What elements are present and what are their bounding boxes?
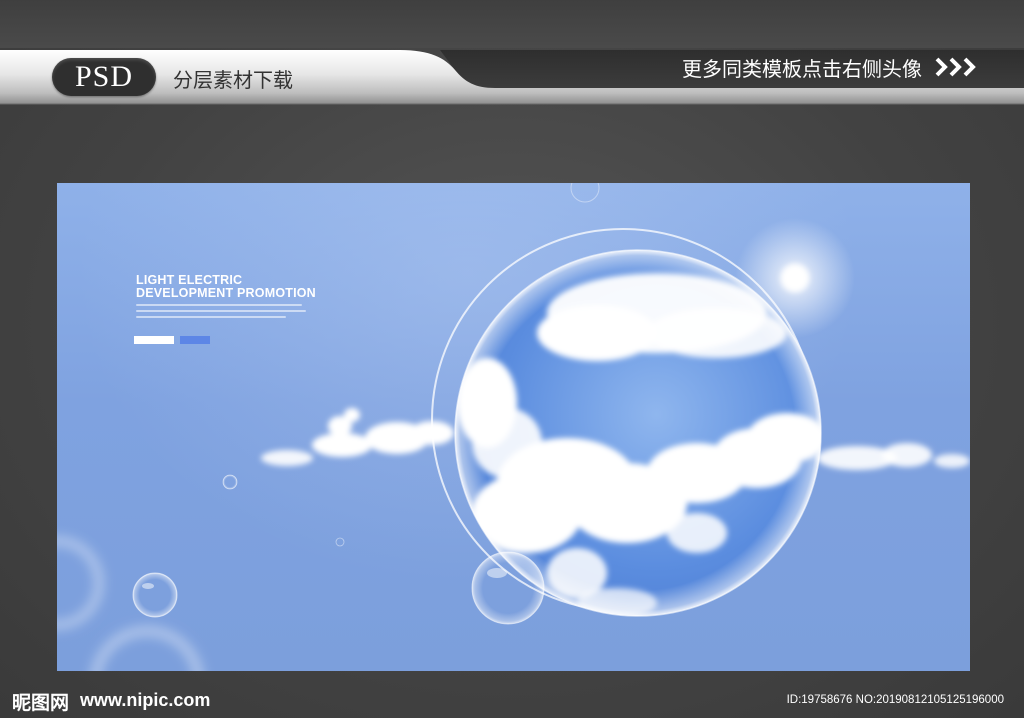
poster-secondary-button[interactable] — [180, 336, 210, 344]
psd-badge: PSD — [52, 58, 156, 96]
footer-id: ID:19758676 NO:20190812105125196000 — [786, 694, 1004, 706]
footer-logo: 昵图网 — [12, 692, 70, 714]
triple-chevron-right-icon[interactable] — [934, 57, 986, 77]
poster-body-text-placeholder — [136, 304, 306, 322]
body-text-line — [136, 316, 286, 318]
body-text-line — [136, 310, 306, 312]
body-text-line — [136, 304, 302, 306]
banner-subtitle: 分层素材下载 — [173, 68, 293, 92]
poster-primary-button[interactable] — [134, 336, 174, 344]
poster-headline: LIGHT ELECTRIC DEVELOPMENT PROMOTION — [136, 274, 316, 300]
more-templates-link[interactable]: 更多同类模板点击右侧头像 — [682, 53, 922, 82]
footer-url[interactable]: www.nipic.com — [80, 690, 210, 711]
headline-line-2: DEVELOPMENT PROMOTION — [136, 286, 316, 300]
poster: LIGHT ELECTRIC DEVELOPMENT PROMOTION — [57, 183, 970, 671]
poster-artwork — [57, 183, 970, 671]
